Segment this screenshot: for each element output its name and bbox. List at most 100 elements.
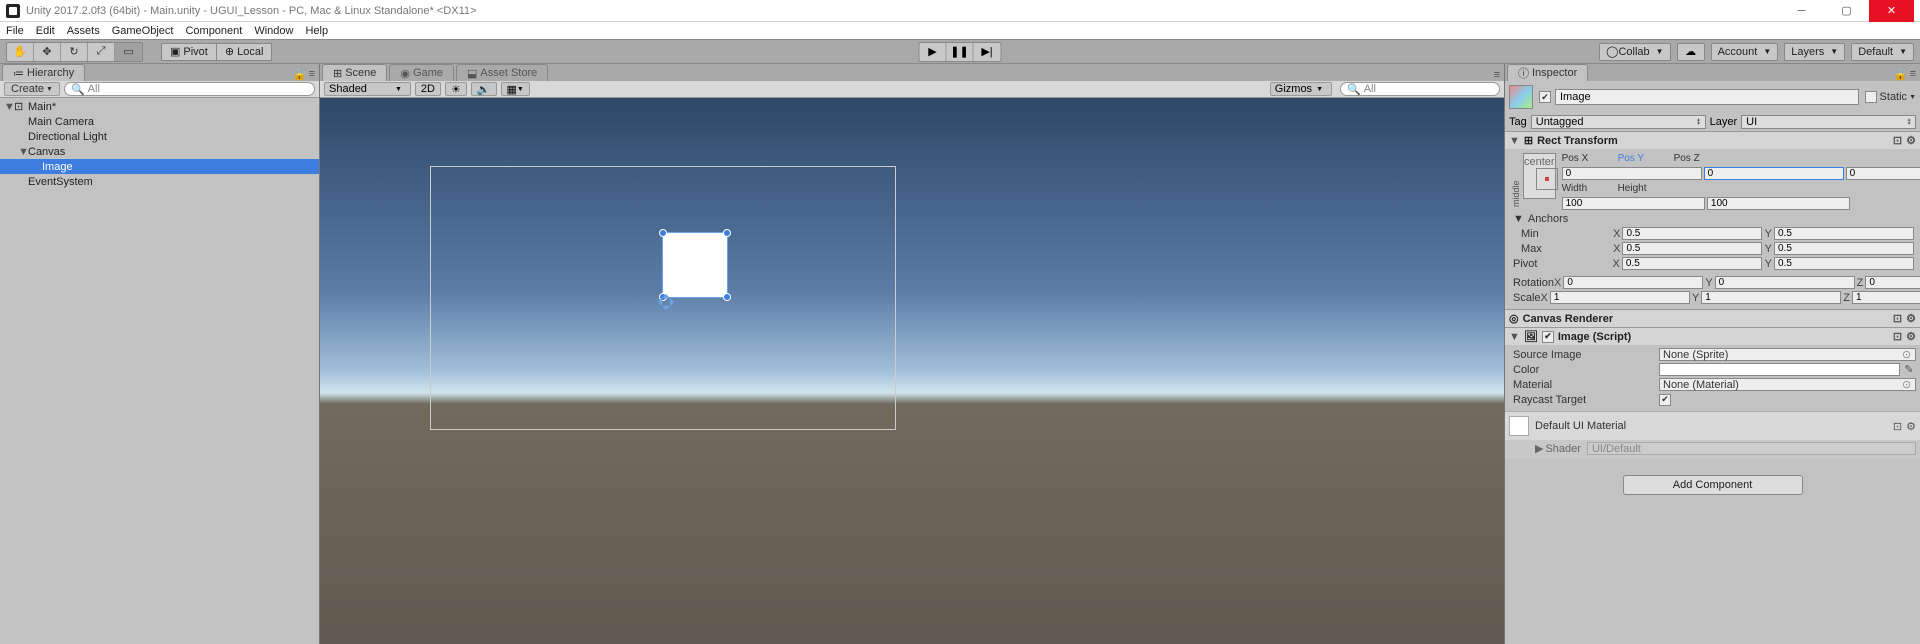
menu-component[interactable]: Component [185,25,242,37]
fold-icon[interactable]: ▼ [1509,135,1520,147]
object-picker-icon[interactable]: ⊙ [1902,378,1912,391]
play-button[interactable]: ▶ [920,43,947,61]
rotate-tool[interactable]: ↻ [61,43,88,61]
anchor-maxx-input[interactable] [1622,242,1762,255]
gear-icon[interactable]: ⚙ [1906,330,1916,343]
menu-file[interactable]: File [6,25,24,37]
inspector-tab[interactable]: ⓘInspector [1507,64,1588,81]
panel-menu-icon[interactable]: ≡ [1910,68,1916,81]
rect-tool[interactable]: ▭ [115,43,142,61]
tag-dropdown[interactable]: Untagged‡ [1531,115,1706,129]
tree-row-light[interactable]: Directional Light [0,129,319,144]
menu-edit[interactable]: Edit [36,25,55,37]
fx-toggle[interactable]: ▦ ▼ [501,82,530,96]
anchor-preset-button[interactable]: center [1523,153,1556,199]
local-toggle[interactable]: ⊕Local [217,43,273,61]
scene-tab[interactable]: ⊞Scene [322,64,387,81]
help-icon[interactable]: ⊡ [1893,330,1902,343]
selected-image-rect[interactable] [662,232,728,298]
move-tool[interactable]: ✥ [34,43,61,61]
menu-assets[interactable]: Assets [67,25,100,37]
anchor-maxy-input[interactable] [1774,242,1914,255]
menu-help[interactable]: Help [305,25,328,37]
scene-search[interactable]: 🔍All [1340,82,1500,96]
cloud-button[interactable]: ☁ [1677,43,1705,61]
material-header[interactable]: Default UI Material ⊡ ⚙ [1505,411,1920,440]
scene-viewport[interactable] [320,98,1504,644]
enabled-checkbox[interactable]: ✔ [1539,91,1551,103]
hierarchy-search[interactable]: 🔍All [64,82,315,96]
help-icon[interactable]: ⊡ [1893,420,1902,433]
gear-icon[interactable]: ⚙ [1906,134,1916,147]
roty-input[interactable] [1715,276,1855,289]
panel-menu-icon[interactable]: ≡ [309,68,315,81]
scalez-input[interactable] [1852,291,1920,304]
step-button[interactable]: ▶| [974,43,1001,61]
posz-input[interactable] [1846,167,1920,180]
hand-tool[interactable]: ✋ [7,43,34,61]
rotx-input[interactable] [1563,276,1703,289]
raycast-checkbox[interactable]: ✔ [1659,394,1671,406]
minimize-button[interactable]: ─ [1779,0,1824,22]
shaded-dropdown[interactable]: Shaded▼ [324,82,411,96]
shader-dropdown[interactable]: UI/Default [1587,442,1916,455]
gear-icon[interactable]: ⚙ [1906,420,1916,433]
asset-store-tab[interactable]: ⬓Asset Store [456,64,548,81]
scalex-input[interactable] [1550,291,1690,304]
tree-row-scene[interactable]: ▼⊡Main* [0,99,319,114]
static-dropdown-icon[interactable]: ▼ [1909,94,1916,101]
help-icon[interactable]: ⊡ [1893,134,1902,147]
posy-input[interactable] [1704,167,1844,180]
name-field[interactable] [1555,89,1859,105]
layer-dropdown[interactable]: UI‡ [1741,115,1916,129]
image-enabled-checkbox[interactable]: ✔ [1542,331,1554,343]
anchors-fold-icon[interactable]: ▼ [1513,213,1524,225]
panel-lock-icon[interactable]: 🔒 [293,68,307,81]
anchor-minx-input[interactable] [1622,227,1762,240]
tree-row-eventsystem[interactable]: EventSystem [0,174,319,189]
gear-icon[interactable]: ⚙ [1906,312,1916,325]
game-tab[interactable]: ◉Game [389,64,454,81]
gizmos-dropdown[interactable]: Gizmos▼ [1270,82,1332,96]
panel-menu-icon[interactable]: ≡ [1494,69,1500,81]
color-field[interactable] [1659,363,1900,376]
collab-dropdown[interactable]: ◯ Collab▼ [1599,43,1670,61]
tree-row-image[interactable]: Image [0,159,319,174]
pivotx-input[interactable] [1622,257,1762,270]
panel-lock-icon[interactable]: 🔒 [1894,68,1908,81]
add-component-button[interactable]: Add Component [1623,475,1803,495]
pivoty-input[interactable] [1774,257,1914,270]
audio-toggle[interactable]: 🔊 [471,82,497,96]
menu-gameobject[interactable]: GameObject [112,25,174,37]
create-dropdown[interactable]: Create ▼ [4,82,60,96]
pivot-toggle[interactable]: ▣Pivot [161,43,217,61]
gameobject-icon[interactable] [1509,85,1533,109]
material-field[interactable]: None (Material)⊙ [1659,378,1916,391]
menu-window[interactable]: Window [254,25,293,37]
account-dropdown[interactable]: Account▼ [1711,43,1779,61]
posx-input[interactable] [1562,167,1702,180]
lighting-toggle[interactable]: ☀ [445,82,467,96]
height-input[interactable] [1707,197,1850,210]
pause-button[interactable]: ❚❚ [947,43,974,61]
hierarchy-tab[interactable]: ≔Hierarchy [2,64,85,81]
tree-row-canvas[interactable]: ▼Canvas [0,144,319,159]
2d-toggle[interactable]: 2D [415,82,441,96]
resize-handle-br[interactable] [723,293,731,301]
object-picker-icon[interactable]: ⊙ [1902,348,1912,361]
resize-handle-tr[interactable] [723,229,731,237]
fold-icon[interactable]: ▼ [1509,331,1520,343]
tree-row-camera[interactable]: Main Camera [0,114,319,129]
eyedropper-icon[interactable]: ✎ [1902,363,1916,376]
source-image-field[interactable]: None (Sprite)⊙ [1659,348,1916,361]
close-button[interactable]: ✕ [1869,0,1914,22]
layers-dropdown[interactable]: Layers▼ [1784,43,1845,61]
anchor-gizmo[interactable] [658,294,674,310]
material-fold-icon[interactable]: ▶ [1535,442,1543,455]
rotz-input[interactable] [1865,276,1920,289]
help-icon[interactable]: ⊡ [1893,312,1902,325]
maximize-button[interactable]: ▢ [1824,0,1869,22]
static-checkbox[interactable] [1865,91,1877,103]
scaley-input[interactable] [1701,291,1841,304]
resize-handle-tl[interactable] [659,229,667,237]
